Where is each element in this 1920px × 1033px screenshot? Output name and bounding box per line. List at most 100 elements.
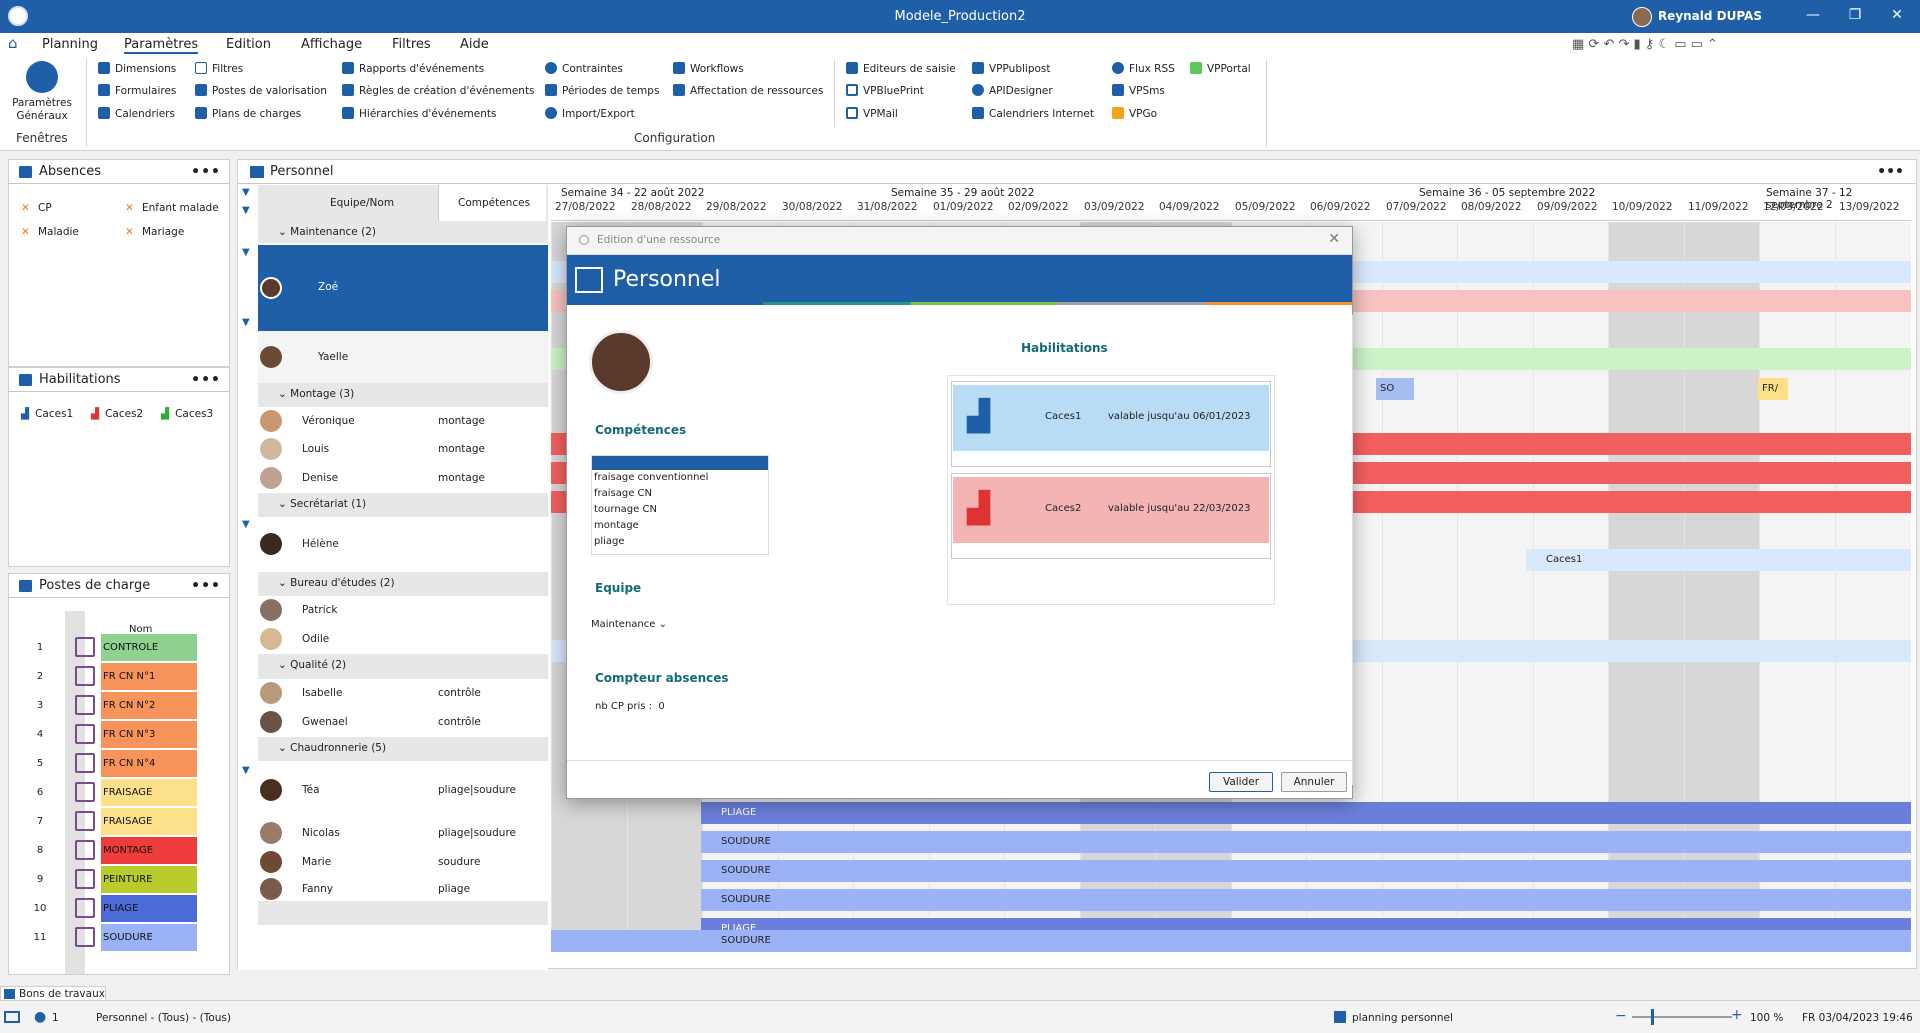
resource-photo[interactable]	[589, 330, 653, 394]
group-chaudronnerie[interactable]: ⌄ Chaudronnerie (5)	[258, 737, 548, 761]
ribbon-plans-charges[interactable]: Plans de charges	[195, 106, 301, 122]
day-header[interactable]: 10/09/2022	[1612, 201, 1673, 213]
equipe-select[interactable]: Maintenance ⌄	[591, 619, 667, 630]
competences-list[interactable]: fraisage conventionnel fraisage CN tourn…	[591, 455, 769, 555]
home-icon[interactable]: ⌂	[8, 34, 18, 52]
ribbon-filtres[interactable]: Filtres	[195, 61, 243, 77]
parametres-generaux-button[interactable]: Paramètres Généraux	[4, 97, 80, 123]
ribbon-vppublipost[interactable]: VPPublipost	[972, 61, 1051, 77]
absence-mariage[interactable]: ✕ Mariage	[125, 226, 184, 238]
ribbon-editeurs[interactable]: Editeurs de saisie	[846, 61, 956, 77]
day-header[interactable]: 30/08/2022	[782, 201, 843, 213]
poste-row[interactable]: 5 FR CN N°4	[21, 750, 197, 777]
annuler-button[interactable]: Annuler	[1281, 772, 1347, 792]
ribbon-contraintes[interactable]: Contraintes	[545, 61, 623, 77]
minimize-icon[interactable]: —	[1798, 7, 1828, 23]
ribbon-vpblueprint[interactable]: VPBluePrint	[846, 83, 924, 99]
collapse-icon[interactable]: ▼	[242, 187, 250, 198]
poste-row[interactable]: 10 PLIAGE	[21, 895, 197, 922]
ribbon-postes-valorisation[interactable]: Postes de valorisation	[195, 83, 327, 99]
event-so[interactable]: SO	[1376, 378, 1414, 400]
day-header[interactable]: 27/08/2022	[555, 201, 616, 213]
ribbon-calendriers[interactable]: Calendriers	[98, 106, 175, 122]
resource-row-denise[interactable]: Denise montage	[258, 464, 548, 493]
zoom-handle[interactable]	[1651, 1009, 1654, 1025]
valider-button[interactable]: Valider	[1209, 772, 1273, 792]
event-caces1[interactable]: Caces1	[1526, 549, 1911, 571]
ribbon-apidesigner[interactable]: APIDesigner	[972, 83, 1053, 99]
day-header[interactable]: 08/09/2022	[1461, 201, 1522, 213]
menu-parametres[interactable]: Paramètres	[124, 37, 199, 54]
group-bureau[interactable]: ⌄ Bureau d'études (2)	[258, 572, 548, 596]
col-equipe-nom[interactable]: Equipe/Nom	[330, 197, 394, 209]
menu-affichage[interactable]: Affichage	[301, 37, 362, 52]
expand-icon[interactable]: ▼	[242, 765, 250, 776]
zoom-slider[interactable]	[1632, 1016, 1732, 1018]
day-header[interactable]: 31/08/2022	[857, 201, 918, 213]
absence-enfant-malade[interactable]: ✕ Enfant malade	[125, 202, 219, 214]
event-soudure-3[interactable]: SOUDURE	[701, 889, 1911, 911]
resource-row-zoe[interactable]: Zoé	[258, 245, 548, 331]
user-name[interactable]: Reynald DUPAS	[1658, 9, 1762, 23]
zoom-out-icon[interactable]: −	[1615, 1008, 1627, 1024]
zoom-in-icon[interactable]: +	[1731, 1007, 1743, 1023]
resource-row-gwenael[interactable]: Gwenael contrôle	[258, 708, 548, 737]
expand-icon[interactable]: ▼	[242, 519, 250, 530]
dialog-close-icon[interactable]: ✕	[1328, 231, 1340, 247]
resource-row-odile[interactable]: Odile	[258, 625, 548, 654]
habilitation-caces3[interactable]: ▟ Caces3	[161, 408, 213, 420]
resource-row-helene[interactable]: Hélène	[258, 517, 548, 572]
competence-item[interactable]: fraisage CN	[592, 486, 768, 502]
day-header[interactable]: 12/09/2022	[1763, 201, 1824, 213]
menu-filtres[interactable]: Filtres	[392, 37, 431, 52]
event-fr[interactable]: FR/	[1758, 378, 1788, 400]
expand-icon[interactable]: ▼	[242, 317, 250, 328]
competence-item[interactable]: fraisage conventionnel	[592, 470, 768, 486]
ribbon-affectation[interactable]: Affectation de ressources	[673, 83, 823, 99]
day-header[interactable]: 07/09/2022	[1386, 201, 1447, 213]
restore-icon[interactable]: ❐	[1840, 7, 1870, 23]
day-header[interactable]: 02/09/2022	[1008, 201, 1069, 213]
resource-row-veronique[interactable]: Véronique montage	[258, 407, 548, 435]
absence-maladie[interactable]: ✕ Maladie	[21, 226, 79, 238]
user-avatar[interactable]	[1632, 7, 1652, 27]
ribbon-vpportal[interactable]: VPPortal	[1190, 61, 1251, 77]
ribbon-workflows[interactable]: Workflows	[673, 61, 744, 77]
poste-row[interactable]: 8 MONTAGE	[21, 837, 197, 864]
menu-planning[interactable]: Planning	[42, 37, 98, 52]
more-icon[interactable]: •••	[191, 574, 221, 598]
day-header[interactable]: 29/08/2022	[706, 201, 767, 213]
day-header[interactable]: 28/08/2022	[631, 201, 692, 213]
event-pliage-2[interactable]: PLIAGE	[701, 918, 1911, 930]
ribbon-import-export[interactable]: Import/Export	[545, 106, 635, 122]
day-header[interactable]: 06/09/2022	[1310, 201, 1371, 213]
col-competences[interactable]: Compétences	[458, 197, 530, 209]
ribbon-calendriers-internet[interactable]: Calendriers Internet	[972, 106, 1094, 122]
resource-row-marie[interactable]: Marie soudure	[258, 848, 548, 877]
habilitation-card-caces2[interactable]: ▟ Caces2 valable jusqu'au 22/03/2023	[953, 477, 1269, 543]
ribbon-formulaires[interactable]: Formulaires	[98, 83, 176, 99]
competence-item[interactable]: montage	[592, 518, 768, 534]
menu-aide[interactable]: Aide	[460, 37, 489, 52]
close-icon[interactable]: ✕	[1882, 7, 1912, 23]
day-header[interactable]: 04/09/2022	[1159, 201, 1220, 213]
layout-icon[interactable]	[4, 1011, 20, 1023]
competence-item[interactable]: tournage CN	[592, 502, 768, 518]
more-icon[interactable]: •••	[1877, 160, 1904, 184]
resource-row-louis[interactable]: Louis montage	[258, 435, 548, 464]
day-header[interactable]: 05/09/2022	[1235, 201, 1296, 213]
poste-row[interactable]: 2 FR CN N°1	[21, 663, 197, 690]
event-pliage-1[interactable]: PLIAGE	[701, 802, 1911, 824]
ribbon-vpsms[interactable]: VPSms	[1112, 83, 1165, 99]
group-secretariat[interactable]: ⌄ Secrétariat (1)	[258, 493, 548, 517]
ribbon-rapports[interactable]: Rapports d'événements	[342, 61, 484, 77]
poste-row[interactable]: 7 FRAISAGE PRVEISIO	[21, 808, 197, 854]
group-qualite[interactable]: ⌄ Qualité (2)	[258, 654, 548, 679]
ribbon-hierarchies[interactable]: Hiérarchies d'événements	[342, 106, 496, 122]
competences-selected-row[interactable]	[592, 456, 768, 470]
ribbon-flux-rss[interactable]: Flux RSS	[1112, 61, 1175, 77]
poste-row[interactable]: 1 CONTROLE	[21, 634, 197, 661]
day-header[interactable]: 01/09/2022	[933, 201, 994, 213]
group-maintenance[interactable]: ⌄ Maintenance (2)	[258, 221, 548, 243]
habilitation-card-caces1[interactable]: ▟ Caces1 valable jusqu'au 06/01/2023	[953, 385, 1269, 451]
